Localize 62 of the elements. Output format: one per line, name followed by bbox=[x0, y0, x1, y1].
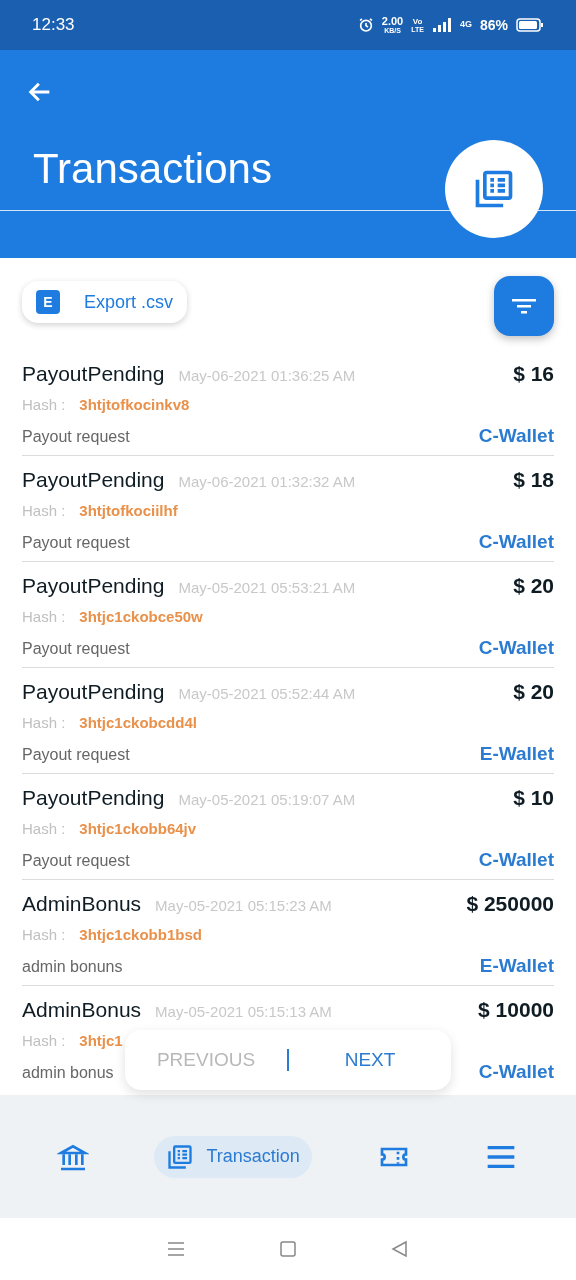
transaction-description: Payout request bbox=[22, 851, 130, 871]
wallet-link[interactable]: C-Wallet bbox=[478, 1058, 554, 1087]
transaction-description: admin bonuns bbox=[22, 957, 123, 977]
export-badge: E bbox=[36, 290, 60, 314]
signal-icon bbox=[431, 17, 452, 33]
home-icon[interactable] bbox=[278, 1239, 298, 1259]
transaction-title: PayoutPending bbox=[22, 573, 165, 599]
alarm-icon bbox=[357, 17, 374, 33]
transaction-amount: $ 20 bbox=[513, 573, 554, 599]
battery-icon bbox=[516, 17, 544, 33]
transaction-description: admin bonus bbox=[22, 1063, 114, 1083]
transaction-description: Payout request bbox=[22, 639, 130, 659]
wallet-link[interactable]: C-Wallet bbox=[478, 634, 554, 663]
document-list-icon bbox=[166, 1142, 195, 1171]
hash-label: Hash : bbox=[22, 924, 66, 945]
hash-value: 3htjc1ckobcdd4l bbox=[79, 712, 197, 733]
back-icon[interactable] bbox=[390, 1239, 410, 1259]
transaction-amount: $ 10 bbox=[513, 785, 554, 811]
wallet-link[interactable]: E-Wallet bbox=[479, 740, 554, 769]
wallet-link[interactable]: C-Wallet bbox=[478, 528, 554, 557]
nav-tab[interactable]: Transaction bbox=[154, 1135, 312, 1178]
hash-label: Hash : bbox=[22, 500, 66, 521]
transaction-description: Payout request bbox=[22, 745, 130, 765]
page-title: Transactions bbox=[33, 148, 272, 190]
transaction-title: PayoutPending bbox=[22, 785, 165, 811]
hash-value: 3htjtofkocinkv8 bbox=[79, 394, 190, 415]
battery-percent: 86% bbox=[479, 15, 508, 35]
transaction-amount: $ 10000 bbox=[478, 997, 554, 1023]
hash-value: 3htjc1 bbox=[79, 1030, 123, 1051]
volte-text: Vo bbox=[412, 17, 423, 26]
hash-value: 3htjc1ckobb1bsd bbox=[79, 924, 202, 945]
export-button[interactable]: E Export .csv bbox=[22, 281, 188, 323]
filter-icon bbox=[510, 296, 538, 316]
hash-label: Hash : bbox=[22, 606, 66, 627]
next-button[interactable]: NEXT bbox=[289, 1045, 451, 1075]
hash-label: Hash : bbox=[22, 818, 66, 839]
hash-label: Hash : bbox=[22, 394, 66, 415]
transaction-title: PayoutPending bbox=[22, 361, 165, 387]
transaction-amount: $ 250000 bbox=[466, 891, 554, 917]
hash-label: Hash : bbox=[22, 1030, 66, 1051]
transaction-amount: $ 20 bbox=[513, 679, 554, 705]
export-label: Export .csv bbox=[84, 290, 174, 314]
filter-button[interactable] bbox=[494, 276, 554, 336]
transaction-description: Payout request bbox=[22, 533, 130, 553]
status-time: 12:33 bbox=[32, 14, 75, 37]
wallet-link[interactable]: C-Wallet bbox=[478, 422, 554, 451]
hash-label: Hash : bbox=[22, 712, 66, 733]
hash-value: 3htjtofkociilhf bbox=[79, 500, 178, 521]
transaction-title: AdminBonus bbox=[22, 891, 142, 917]
wallet-link[interactable]: E-Wallet bbox=[479, 952, 554, 981]
network-type: 4G bbox=[459, 18, 472, 32]
transaction-amount: $ 18 bbox=[513, 467, 554, 493]
recents-icon[interactable] bbox=[166, 1239, 186, 1259]
wallet-link[interactable]: C-Wallet bbox=[478, 846, 554, 875]
transaction-title: AdminBonus bbox=[22, 997, 142, 1023]
hash-value: 3htjc1ckobb64jv bbox=[79, 818, 197, 839]
hash-value: 3htjc1ckobce50w bbox=[79, 606, 203, 627]
transaction-title: PayoutPending bbox=[22, 679, 165, 705]
speed-value: 2.00 bbox=[381, 16, 404, 27]
transaction-title: PayoutPending bbox=[22, 467, 165, 493]
transaction-description: Payout request bbox=[22, 427, 130, 447]
transaction-amount: $ 16 bbox=[513, 361, 554, 387]
